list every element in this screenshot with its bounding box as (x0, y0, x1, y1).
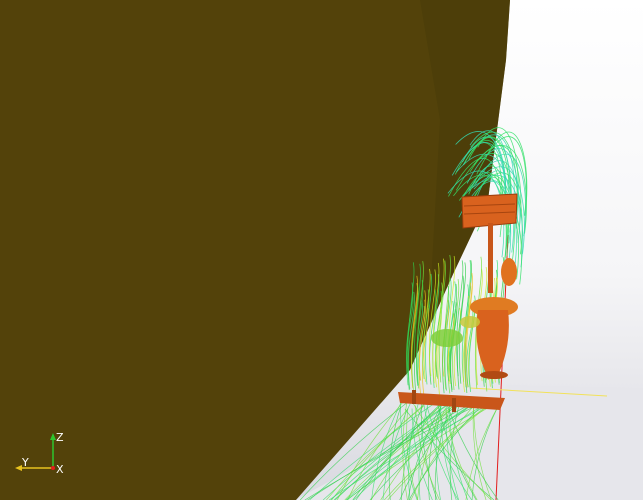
flow-visualization-scene[interactable] (0, 0, 643, 500)
x-axis-point (51, 466, 55, 470)
stool-seat (431, 329, 463, 347)
x-axis-label: X (56, 463, 64, 476)
y-axis-arrow (15, 465, 22, 471)
chair-backrest (461, 193, 518, 229)
stool-seat (460, 316, 480, 328)
y-axis-label: Y (21, 456, 29, 469)
table-shadow-edge (480, 371, 508, 379)
bench-leg (452, 398, 456, 412)
bench-object (398, 390, 505, 412)
bench-leg (412, 390, 416, 404)
axes-orientation-triad: Z Y X (15, 431, 64, 476)
z-axis-label: Z (56, 431, 64, 444)
chair-post (488, 223, 493, 293)
round-knob (501, 258, 517, 286)
3d-render-viewport[interactable]: Z Y X (0, 0, 643, 500)
